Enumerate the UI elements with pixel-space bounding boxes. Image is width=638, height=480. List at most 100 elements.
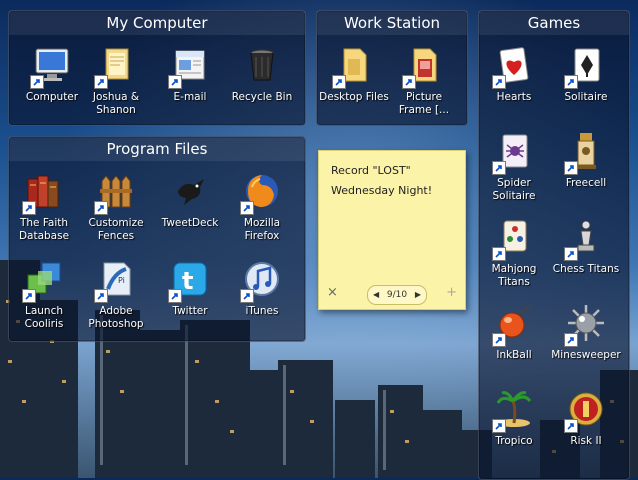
fence-games[interactable]: Games Hearts Solitaire Spider Solitaire … (478, 10, 630, 480)
sticky-note-toolbar: × ◀ 9/10 ▶ + (319, 279, 465, 309)
email-icon (168, 45, 210, 89)
sticky-note-line-1: Record "LOST" (331, 164, 411, 177)
shortcut-arrow-icon (240, 289, 254, 303)
sticky-note[interactable]: Record "LOST" Wednesday Night! × ◀ 9/10 … (318, 150, 466, 310)
close-icon[interactable]: × (327, 285, 338, 300)
computer-icon (30, 45, 72, 89)
svg-text:t: t (182, 267, 193, 295)
picture-folder-icon (402, 45, 444, 89)
fences-icon (94, 171, 136, 215)
desktop-icon-spider-solitaire[interactable]: Spider Solitaire (479, 131, 549, 203)
photoshop-icon: Pi (94, 259, 136, 303)
sticky-note-text[interactable]: Record "LOST" Wednesday Night! (331, 161, 432, 201)
next-note-icon[interactable]: ▶ (415, 286, 421, 304)
desktop-icon-desktop-files[interactable]: Desktop Files (319, 45, 389, 104)
add-note-icon[interactable]: + (446, 285, 457, 300)
desktop-icon-computer[interactable]: Computer (17, 45, 87, 104)
fence-title: My Computer (9, 11, 305, 35)
desktop-icon-picture-frame[interactable]: Picture Frame [... (389, 45, 459, 117)
desktop-icon-solitaire[interactable]: Solitaire (551, 45, 621, 104)
icon-label: The Faith Database (18, 217, 70, 242)
icon-label: Mozilla Firefox (243, 217, 281, 242)
fence-work-station[interactable]: Work Station Desktop Files Picture Frame… (316, 10, 468, 126)
desktop-icon-joshua-shanon[interactable]: Joshua & Shanon (81, 45, 151, 117)
shortcut-arrow-icon (492, 247, 506, 261)
shortcut-arrow-icon (564, 419, 578, 433)
icon-label: Freecell (565, 177, 607, 189)
shortcut-arrow-icon (240, 201, 254, 215)
shortcut-arrow-icon (564, 247, 578, 261)
shortcut-arrow-icon (168, 289, 182, 303)
icon-label: Mahjong Titans (491, 263, 537, 288)
shortcut-arrow-icon (22, 289, 36, 303)
shortcut-arrow-icon (22, 201, 36, 215)
shortcut-arrow-icon (30, 75, 44, 89)
shortcut-arrow-icon (564, 333, 578, 347)
icon-label: Adobe Photoshop (88, 305, 144, 330)
folder-icon (332, 45, 374, 89)
user-folder-icon (94, 45, 136, 89)
desktop-icon-inkball[interactable]: InkBall (479, 303, 549, 362)
desktop-icon-risk-ii[interactable]: Risk II (551, 389, 621, 448)
desktop-icon-recycle-bin[interactable]: Recycle Bin (227, 45, 297, 104)
desktop-icon-email[interactable]: E-mail (155, 45, 225, 104)
shortcut-arrow-icon (492, 75, 506, 89)
shortcut-arrow-icon (564, 75, 578, 89)
icon-label: Risk II (570, 435, 602, 447)
desktop-icon-chess-titans[interactable]: Chess Titans (551, 217, 621, 276)
icon-label: E-mail (173, 91, 207, 103)
icon-label: iTunes (245, 305, 279, 317)
solitaire-icon (564, 45, 606, 89)
shortcut-arrow-icon (492, 419, 506, 433)
desktop-icon-hearts[interactable]: Hearts (479, 45, 549, 104)
icon-label: Solitaire (564, 91, 608, 103)
icon-label: Recycle Bin (231, 91, 293, 103)
recycle-bin-icon (242, 45, 282, 85)
desktop-icon-twitter[interactable]: t Twitter (155, 259, 225, 318)
icon-label: Computer (25, 91, 79, 103)
shortcut-arrow-icon (492, 333, 506, 347)
desktop-icon-cooliris[interactable]: Launch Cooliris (9, 259, 79, 331)
icon-label: Customize Fences (88, 217, 144, 242)
shortcut-arrow-icon (564, 161, 578, 175)
books-icon (22, 171, 64, 215)
hearts-icon (492, 45, 534, 89)
desktop-icon-firefox[interactable]: Mozilla Firefox (227, 171, 297, 243)
previous-note-icon[interactable]: ◀ (373, 286, 379, 304)
desktop-icon-tweetdeck[interactable]: TweetDeck (155, 171, 225, 230)
desktop-icon-faith-database[interactable]: The Faith Database (9, 171, 79, 243)
fence-program-files[interactable]: Program Files The Faith Database Customi… (8, 136, 306, 342)
inkball-icon (492, 303, 534, 347)
icon-label: Desktop Files (319, 91, 389, 103)
icon-label: Chess Titans (552, 263, 620, 275)
desktop-icon-itunes[interactable]: iTunes (227, 259, 297, 318)
desktop-icon-mahjong-titans[interactable]: Mahjong Titans (479, 217, 549, 289)
mahjong-icon (492, 217, 534, 261)
desktop-icon-customize-fences[interactable]: Customize Fences (81, 171, 151, 243)
desktop-icon-minesweeper[interactable]: Minesweeper (551, 303, 621, 362)
itunes-icon (240, 259, 282, 303)
desktop-icon-freecell[interactable]: Freecell (551, 131, 621, 190)
fence-title: Games (479, 11, 629, 35)
shortcut-arrow-icon (168, 75, 182, 89)
icon-label: InkBall (496, 349, 532, 361)
shortcut-arrow-icon (94, 201, 108, 215)
icon-label: TweetDeck (161, 217, 219, 229)
fence-my-computer[interactable]: My Computer Computer Joshua & Shanon E-m… (8, 10, 306, 126)
shortcut-arrow-icon (492, 161, 506, 175)
sticky-note-line-2: Wednesday Night! (331, 184, 433, 197)
fence-title: Program Files (9, 137, 305, 161)
cooliris-icon (22, 259, 64, 303)
note-page-count: 9/10 (386, 290, 408, 300)
desktop-icon-photoshop[interactable]: Pi Adobe Photoshop (81, 259, 151, 331)
fence-title: Work Station (317, 11, 467, 35)
icon-label: Joshua & Shanon (92, 91, 140, 116)
icon-label: Twitter (172, 305, 208, 317)
desktop-icon-tropico[interactable]: Tropico (479, 389, 549, 448)
shortcut-arrow-icon (94, 289, 108, 303)
shortcut-arrow-icon (402, 75, 416, 89)
svg-text:Pi: Pi (118, 276, 125, 285)
firefox-icon (240, 171, 282, 215)
icon-label: Launch Cooliris (24, 305, 64, 330)
tropico-icon (492, 389, 534, 433)
